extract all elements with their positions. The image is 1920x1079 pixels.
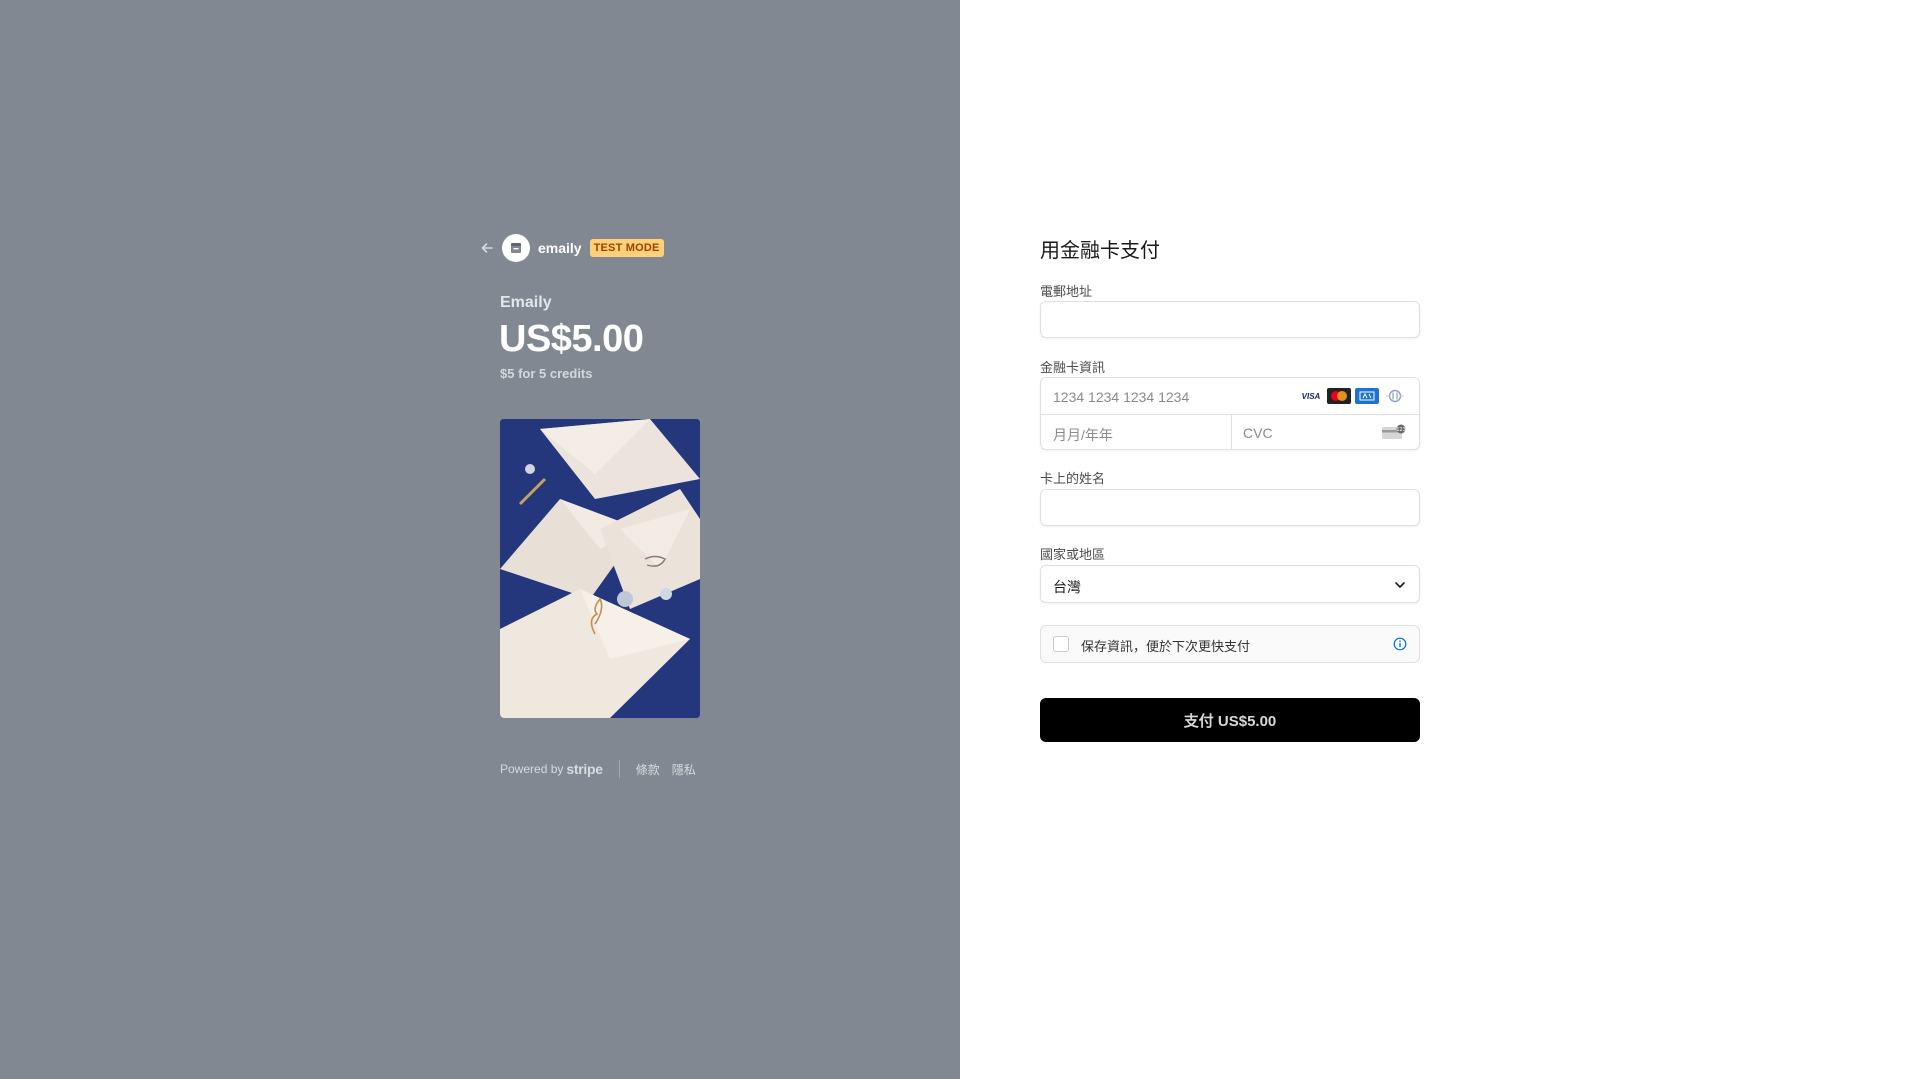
- merchant-header: emaily TEST MODE: [478, 234, 664, 262]
- powered-by-label: Powered by: [500, 762, 564, 776]
- save-info-label: 保存資訊，便於下次更快支付: [1081, 639, 1251, 654]
- mastercard-icon: [1327, 388, 1351, 404]
- info-icon[interactable]: [1393, 637, 1407, 656]
- merchant-name: emaily: [538, 240, 582, 256]
- diners-icon: [1383, 388, 1407, 404]
- save-info-option: 保存資訊，便於下次更快支付: [1040, 625, 1420, 663]
- visa-icon: VISA: [1299, 388, 1323, 404]
- footer: Powered by stripe 條款 隱私: [500, 760, 708, 778]
- svg-text:123: 123: [1396, 427, 1406, 433]
- pay-button[interactable]: 支付 US$5.00: [1040, 698, 1420, 742]
- test-mode-badge: TEST MODE: [589, 239, 664, 257]
- powered-by-stripe[interactable]: Powered by stripe: [500, 761, 603, 777]
- cvc-field[interactable]: CVC: [1243, 425, 1273, 441]
- country-label: 國家或地區: [1040, 547, 1106, 562]
- card-brands: VISA: [1299, 388, 1407, 404]
- form-title: 用金融卡支付: [1040, 240, 1160, 262]
- cvc-card-icon: 123: [1381, 424, 1407, 445]
- amex-icon: [1355, 388, 1379, 404]
- expiry-field[interactable]: 月月/年年: [1053, 425, 1113, 445]
- card-divider-vertical: [1231, 414, 1232, 450]
- cardholder-name-field[interactable]: [1040, 489, 1420, 526]
- cardholder-name-label: 卡上的姓名: [1040, 471, 1106, 486]
- stripe-logo: stripe: [566, 761, 603, 777]
- terms-link[interactable]: 條款: [636, 761, 660, 778]
- footer-divider: [618, 760, 620, 778]
- save-info-checkbox[interactable]: [1053, 636, 1069, 652]
- card-divider-horizontal: [1041, 414, 1419, 415]
- back-arrow-icon[interactable]: [478, 239, 496, 257]
- product-description: $5 for 5 credits: [500, 366, 593, 381]
- merchant-logo-icon: [502, 234, 530, 262]
- country-value: 台灣: [1053, 579, 1081, 595]
- product-name: Emaily: [500, 294, 552, 311]
- order-summary-panel: emaily TEST MODE Emaily US$5.00 $5 for 5…: [0, 0, 960, 1079]
- card-number-field[interactable]: 1234 1234 1234 1234: [1053, 389, 1189, 405]
- country-select[interactable]: 台灣: [1040, 565, 1420, 603]
- email-label: 電郵地址: [1040, 284, 1093, 299]
- chevron-down-icon: [1393, 578, 1407, 597]
- product-image: [500, 419, 700, 718]
- privacy-link[interactable]: 隱私: [672, 761, 696, 778]
- product-price: US$5.00: [499, 318, 644, 360]
- card-info-group: 1234 1234 1234 1234 VISA 月月/年年 CVC 123: [1040, 377, 1420, 450]
- email-field[interactable]: [1040, 301, 1420, 338]
- card-info-label: 金融卡資訊: [1040, 360, 1106, 375]
- payment-panel: [960, 0, 1920, 1079]
